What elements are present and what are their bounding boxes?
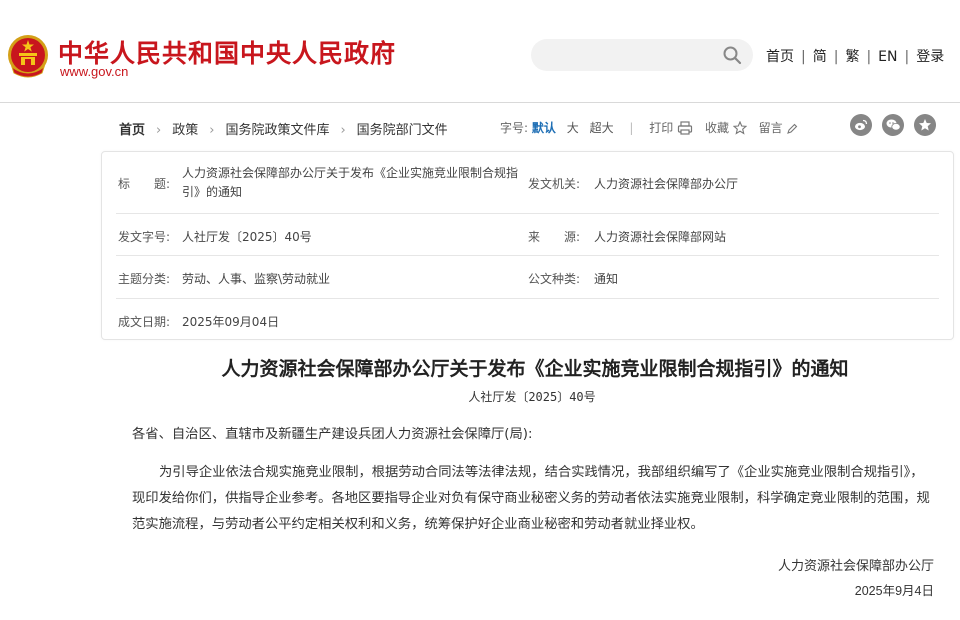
comment-label: 留言 [758,121,783,135]
font-size-xlarge[interactable]: 超大 [590,121,614,135]
nav-traditional[interactable]: 繁 [845,49,859,65]
meta-issuer-value: 人力资源社会保障部办公厅 [594,177,739,191]
nav-separator: | [866,49,872,65]
meta-source-value: 人力资源社会保障部网站 [594,230,727,244]
star-outline-icon [732,120,748,135]
article-salutation: 各省、自治区、直辖市及新疆生产建设兵团人力资源社会保障厅(局): [132,427,533,442]
breadcrumb-policy-library[interactable]: 国务院政策文件库 [225,123,329,138]
breadcrumb-home[interactable]: 首页 [119,123,145,138]
chevron-right-icon: › [209,123,215,138]
share-favorite-button[interactable] [914,114,936,136]
meta-topic-value: 劳动、人事、监察\劳动就业 [182,272,331,286]
favorite-label: 收藏 [704,121,729,135]
font-size-default[interactable]: 默认 [532,121,556,135]
nav-home[interactable]: 首页 [766,49,794,65]
nav-separator: | [801,49,806,65]
breadcrumb: 首页 › 政策 › 国务院政策文件库 › 国务院部门文件 [119,119,448,138]
article-title: 人力资源社会保障部办公厅关于发布《企业实施竞业限制合规指引》的通知 [221,358,849,380]
share-weibo-button[interactable] [850,114,872,136]
meta-row-docno: 发文字号: 人社厅发〔2025〕40号 来 源: 人力资源社会保障部网站 [116,213,939,256]
meta-title-value: 人力资源社会保障部办公厅关于发布《企业实施竞业限制合规指引》的通知 [182,166,519,199]
site-url[interactable]: www.gov.cn [60,64,128,79]
comment-button[interactable]: 留言 [759,121,799,135]
nav-separator: | [833,49,839,65]
meta-topic-label: 主题分类: [118,272,171,286]
meta-type-label: 公文种类: [528,272,581,286]
pencil-icon [787,123,798,134]
chevron-right-icon: › [340,123,346,138]
nav-login[interactable]: 登录 [916,49,944,65]
article-paragraph: 为引导企业依法合规实施竞业限制，根据劳动合同法等法律法规，结合实践情况，我部组织… [132,465,930,532]
breadcrumb-bar: 首页 › 政策 › 国务院政策文件库 › 国务院部门文件 字号: 默认 大 超大 | 打印 … [0,103,960,149]
meta-date-value: 2025年09月04日 [182,315,280,329]
meta-docno-value: 人社厅发〔2025〕40号 [182,230,312,244]
wechat-icon [886,119,901,131]
font-size-label: 字号: [500,121,529,135]
article-doc-number: 人社厅发〔2025〕40号 [468,390,596,404]
meta-row-title: 标 题: 人力资源社会保障部办公厅关于发布《企业实施竞业限制合规指引》的通知 发… [116,152,939,214]
top-nav: 首页 | 简 | 繁 | EN | 登录 [766,46,944,66]
print-label: 打印 [649,121,674,135]
weibo-icon [855,119,868,131]
share-wechat-button[interactable] [882,114,904,136]
article-tools: 字号: 默认 大 超大 | 打印 收藏 留言 [500,119,798,136]
meta-row-topic: 主题分类: 劳动、人事、监察\劳动就业 公文种类: 通知 [116,255,939,299]
nav-simplified[interactable]: 简 [813,49,827,65]
print-button[interactable]: 打印 [649,121,693,135]
national-emblem-icon[interactable] [6,33,50,79]
nav-english[interactable]: EN [878,49,897,65]
chevron-right-icon: › [156,123,162,138]
breadcrumb-department-docs[interactable]: 国务院部门文件 [357,123,448,138]
meta-docno-label: 发文字号: [118,230,171,244]
tool-separator: | [629,121,634,135]
search-input[interactable] [531,39,753,71]
meta-type-value: 通知 [594,272,619,286]
star-icon [919,119,931,131]
meta-issuer-label: 发文机关: [528,177,581,191]
article-signer: 人力资源社会保障部办公厅 [777,559,934,574]
article-sign-date: 2025年9月4日 [854,584,934,598]
site-header: 中华人民共和国中央人民政府 www.gov.cn 首页 | 简 | 繁 | EN | 登录 [0,0,960,103]
meta-date-label: 成文日期: [118,315,171,329]
favorite-button[interactable]: 收藏 [704,120,748,135]
document-metadata: 标 题: 人力资源社会保障部办公厅关于发布《企业实施竞业限制合规指引》的通知 发… [101,151,954,340]
search-icon[interactable] [722,45,742,65]
meta-source-label: 来 源: [528,230,581,244]
meta-row-date: 成文日期: 2025年09月04日 [116,298,939,340]
printer-icon [678,121,693,135]
meta-title-label: 标 题: [118,177,171,191]
nav-separator: | [904,49,910,65]
breadcrumb-policy[interactable]: 政策 [172,123,198,138]
font-size-large[interactable]: 大 [567,121,579,135]
